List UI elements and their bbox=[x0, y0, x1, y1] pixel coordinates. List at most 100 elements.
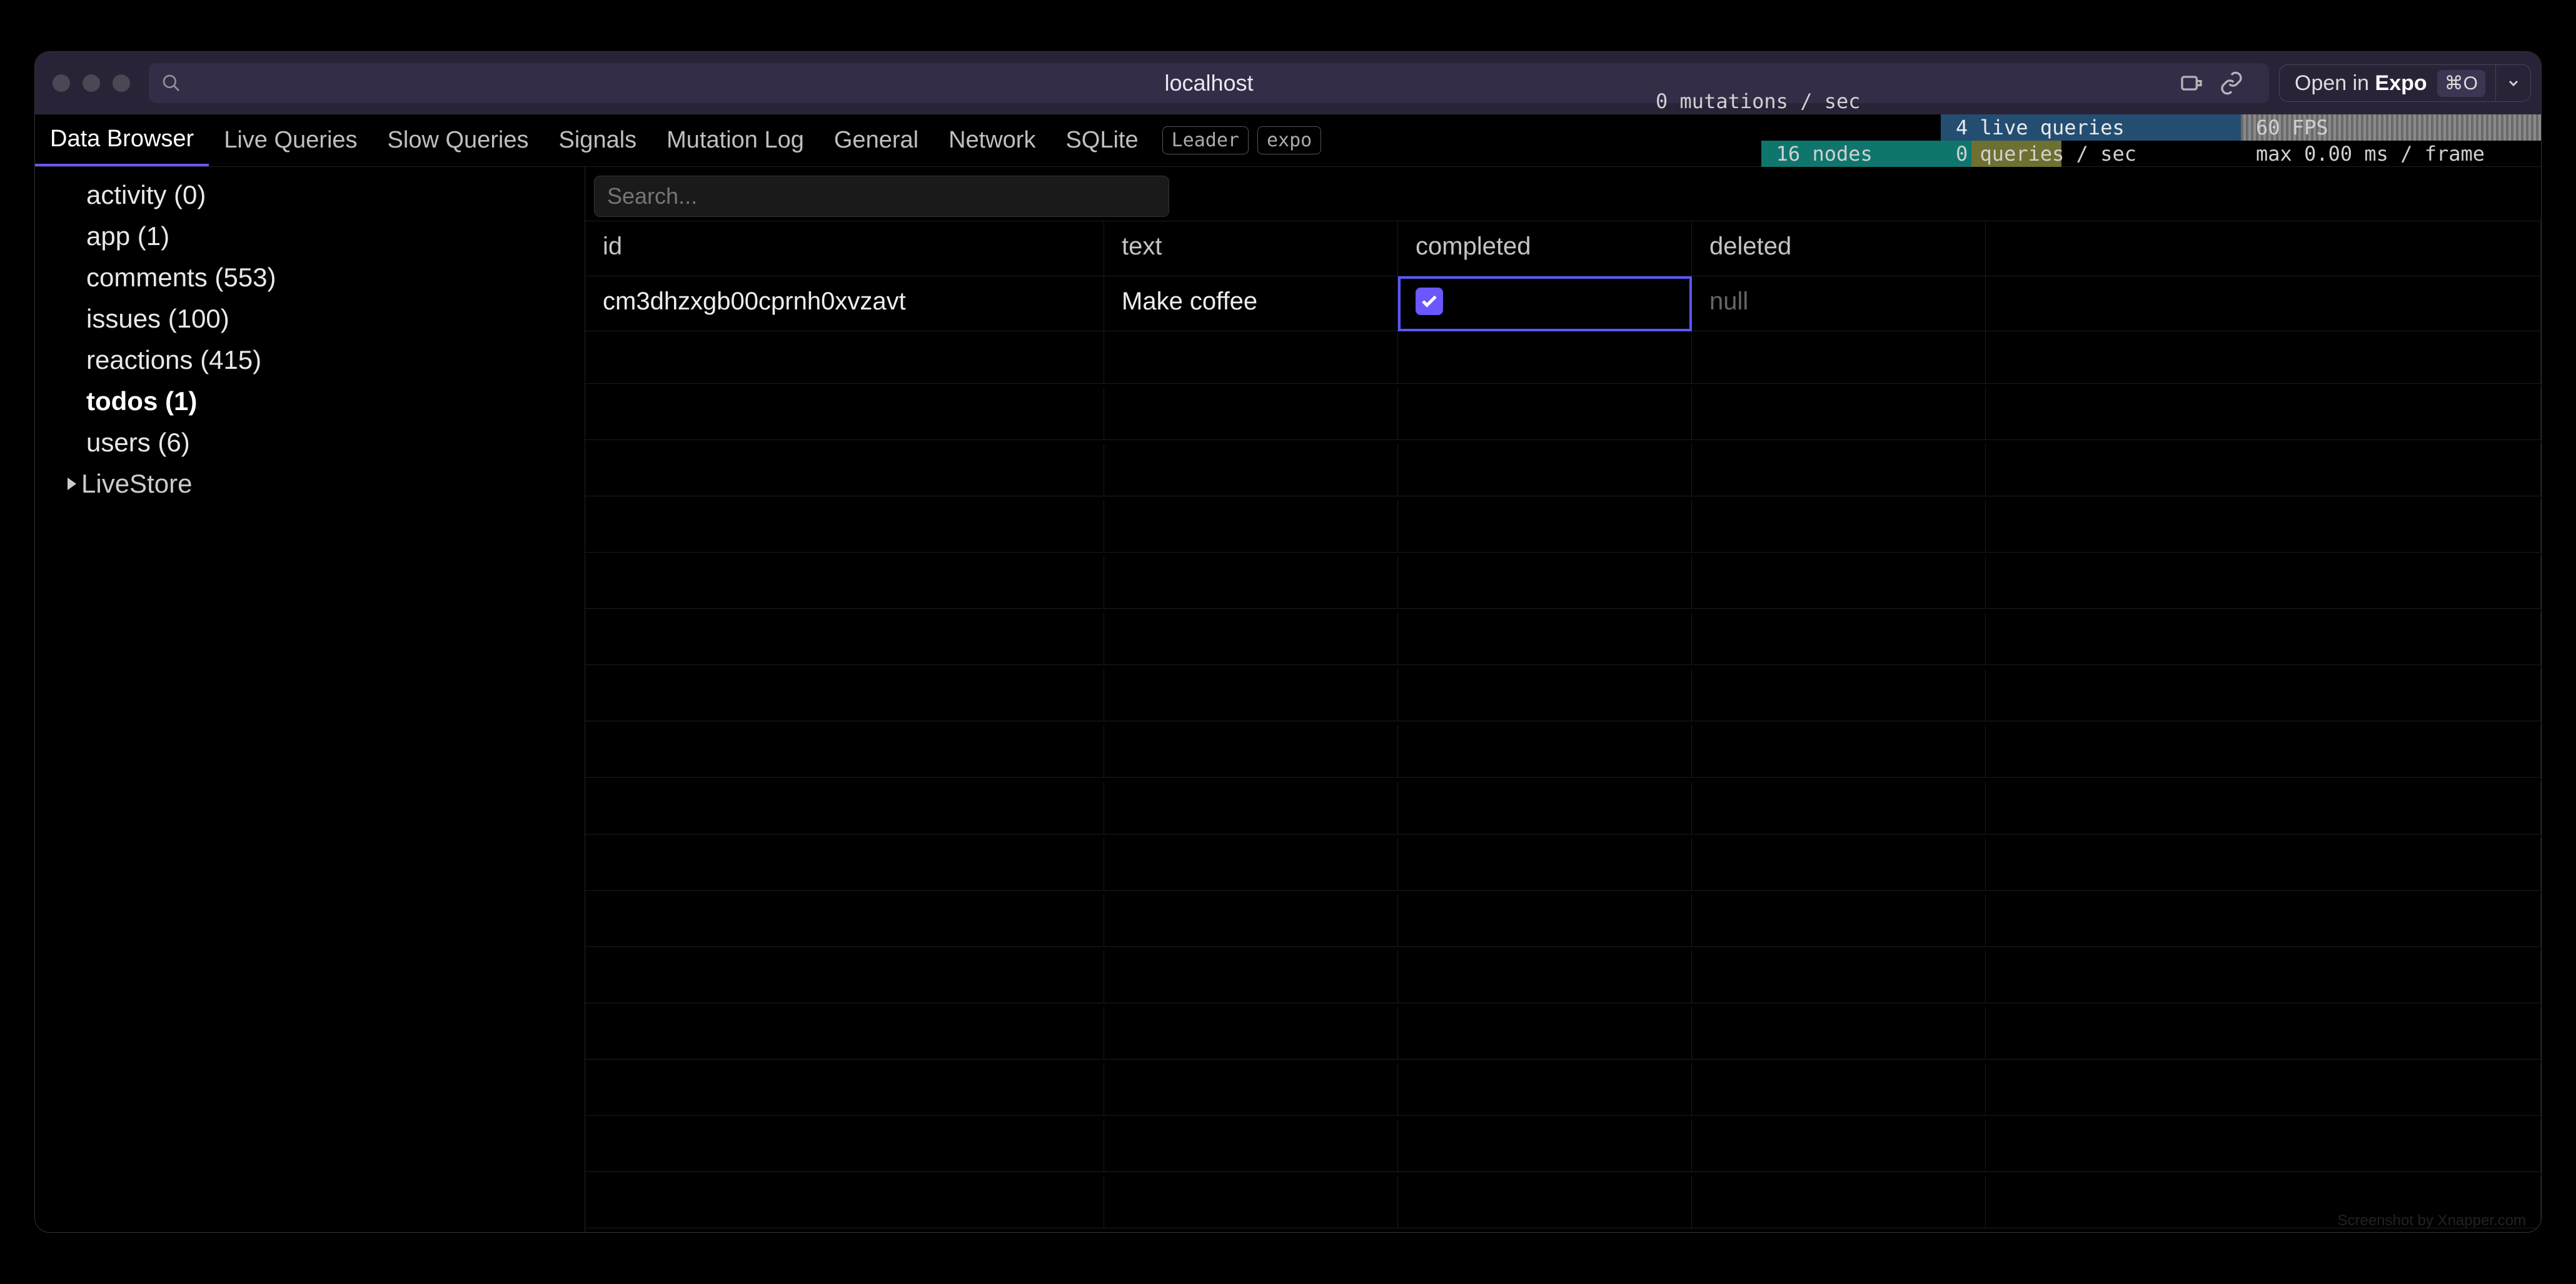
column-header-completed[interactable]: completed bbox=[1398, 221, 1692, 276]
tab-network[interactable]: Network bbox=[933, 114, 1050, 166]
sidebar-item-activity[interactable]: activity (0) bbox=[50, 174, 570, 216]
empty-cell bbox=[1398, 556, 1692, 609]
empty-cell bbox=[1398, 895, 1692, 947]
sidebar-item-app[interactable]: app (1) bbox=[50, 216, 570, 257]
empty-cell bbox=[1986, 1007, 2541, 1060]
devtools-window: localhost Open in Expo ⌘O Data BrowserLi… bbox=[34, 51, 2542, 1233]
empty-cell bbox=[585, 388, 1104, 440]
empty-cell bbox=[585, 725, 1104, 778]
empty-cell bbox=[1398, 444, 1692, 496]
empty-cell bbox=[1104, 500, 1398, 553]
empty-cell bbox=[1104, 556, 1398, 609]
window-controls bbox=[53, 74, 130, 92]
column-header-id[interactable]: id bbox=[585, 221, 1104, 276]
empty-cell bbox=[1398, 1007, 1692, 1060]
empty-cell bbox=[1986, 782, 2541, 835]
address-bar[interactable]: localhost bbox=[149, 63, 2269, 103]
extension-icon[interactable] bbox=[2179, 71, 2204, 96]
minimize-window-button[interactable] bbox=[83, 74, 100, 92]
cell-id[interactable]: cm3dhzxgb00cprnh0xvzavt bbox=[585, 276, 1104, 331]
cell-deleted[interactable]: null bbox=[1692, 276, 1986, 331]
tab-live-queries[interactable]: Live Queries bbox=[209, 114, 372, 166]
sidebar-item-users[interactable]: users (6) bbox=[50, 422, 570, 463]
empty-cell bbox=[1398, 951, 1692, 1003]
empty-cell bbox=[1398, 838, 1692, 891]
tab-strip: Data BrowserLive QueriesSlow QueriesSign… bbox=[35, 114, 2541, 167]
tab-signals[interactable]: Signals bbox=[544, 114, 652, 166]
tab-slow-queries[interactable]: Slow Queries bbox=[373, 114, 544, 166]
empty-cell bbox=[1104, 895, 1398, 947]
stat-fps: 60 FPS bbox=[2241, 114, 2541, 141]
empty-cell bbox=[1104, 1120, 1398, 1172]
stats-bar: 0 mutations / sec 16 nodes 4 live querie… bbox=[1641, 114, 2541, 166]
empty-cell bbox=[1986, 1063, 2541, 1116]
empty-cell bbox=[1986, 1120, 2541, 1172]
empty-cell bbox=[1398, 1120, 1692, 1172]
checkbox-checked-icon[interactable] bbox=[1416, 288, 1443, 315]
sidebar-item-todos[interactable]: todos (1) bbox=[50, 381, 570, 422]
link-icon[interactable] bbox=[2219, 71, 2244, 96]
empty-cell bbox=[1986, 725, 2541, 778]
stat-live-queries: 4 live queries bbox=[1941, 114, 2241, 141]
maximize-window-button[interactable] bbox=[113, 74, 130, 92]
empty-cell bbox=[585, 782, 1104, 835]
empty-cell bbox=[1398, 725, 1692, 778]
open-in-expo-dropdown[interactable] bbox=[2495, 65, 2530, 101]
empty-cell bbox=[585, 895, 1104, 947]
empty-cell bbox=[585, 1007, 1104, 1060]
empty-cell bbox=[1692, 951, 1986, 1003]
search-input[interactable] bbox=[594, 176, 1169, 217]
cell-completed[interactable] bbox=[1398, 276, 1692, 331]
column-header-deleted[interactable]: deleted bbox=[1692, 221, 1986, 276]
empty-cell bbox=[1104, 1063, 1398, 1116]
sidebar-item-issues[interactable]: issues (100) bbox=[50, 298, 570, 339]
tab-mutation-log[interactable]: Mutation Log bbox=[652, 114, 819, 166]
empty-cell bbox=[1986, 444, 2541, 496]
stat-mutations: 0 mutations / sec bbox=[1641, 88, 1941, 114]
sidebar-item-reactions[interactable]: reactions (415) bbox=[50, 339, 570, 381]
empty-cell bbox=[585, 1063, 1104, 1116]
stat-queries: 0 queries / sec bbox=[1941, 141, 2241, 167]
empty-cell bbox=[1104, 669, 1398, 721]
empty-cell bbox=[585, 1120, 1104, 1172]
empty-cell bbox=[1398, 331, 1692, 384]
main-area: activity (0)app (1)comments (553)issues … bbox=[35, 167, 2541, 1232]
close-window-button[interactable] bbox=[53, 74, 70, 92]
empty-cell bbox=[1104, 613, 1398, 665]
tab-data-browser[interactable]: Data Browser bbox=[35, 114, 209, 166]
sidebar: activity (0)app (1)comments (553)issues … bbox=[35, 167, 585, 1232]
sidebar-group-livestore[interactable]: LiveStore bbox=[50, 463, 570, 504]
sidebar-item-comments[interactable]: comments (553) bbox=[50, 257, 570, 298]
expo-badge: expo bbox=[1257, 126, 1321, 154]
search-icon bbox=[161, 73, 181, 93]
empty-cell bbox=[1104, 725, 1398, 778]
column-header-text[interactable]: text bbox=[1104, 221, 1398, 276]
watermark: Screenshot by Xnapper.com bbox=[2337, 1212, 2526, 1230]
empty-cell bbox=[585, 669, 1104, 721]
stat-nodes: 16 nodes bbox=[1641, 114, 1941, 193]
tab-sqlite[interactable]: SQLite bbox=[1050, 114, 1153, 166]
leader-badge: Leader bbox=[1162, 126, 1249, 154]
empty-cell bbox=[1986, 331, 2541, 384]
empty-cell bbox=[1692, 782, 1986, 835]
empty-cell bbox=[1986, 669, 2541, 721]
empty-cell bbox=[1692, 500, 1986, 553]
empty-cell bbox=[1104, 331, 1398, 384]
empty-cell bbox=[1398, 1063, 1692, 1116]
page-title: localhost bbox=[1164, 70, 1253, 96]
cell-text[interactable]: Make coffee bbox=[1104, 276, 1398, 331]
empty-cell bbox=[1692, 895, 1986, 947]
empty-cell bbox=[1398, 613, 1692, 665]
empty-cell bbox=[1692, 444, 1986, 496]
empty-cell bbox=[1692, 725, 1986, 778]
empty-cell bbox=[1692, 838, 1986, 891]
empty-cell bbox=[1104, 782, 1398, 835]
empty-cell bbox=[1398, 388, 1692, 440]
stat-frame: max 0.00 ms / frame bbox=[2241, 141, 2541, 167]
open-in-expo-button[interactable]: Open in Expo ⌘O bbox=[2279, 64, 2531, 102]
table-content: idtextcompleteddeleted cm3dhzxgb00cprnh0x… bbox=[585, 167, 2541, 1232]
triangle-right-icon bbox=[68, 478, 76, 490]
tab-general[interactable]: General bbox=[819, 114, 933, 166]
empty-cell bbox=[1692, 1007, 1986, 1060]
cell-spacer bbox=[1986, 276, 2541, 331]
